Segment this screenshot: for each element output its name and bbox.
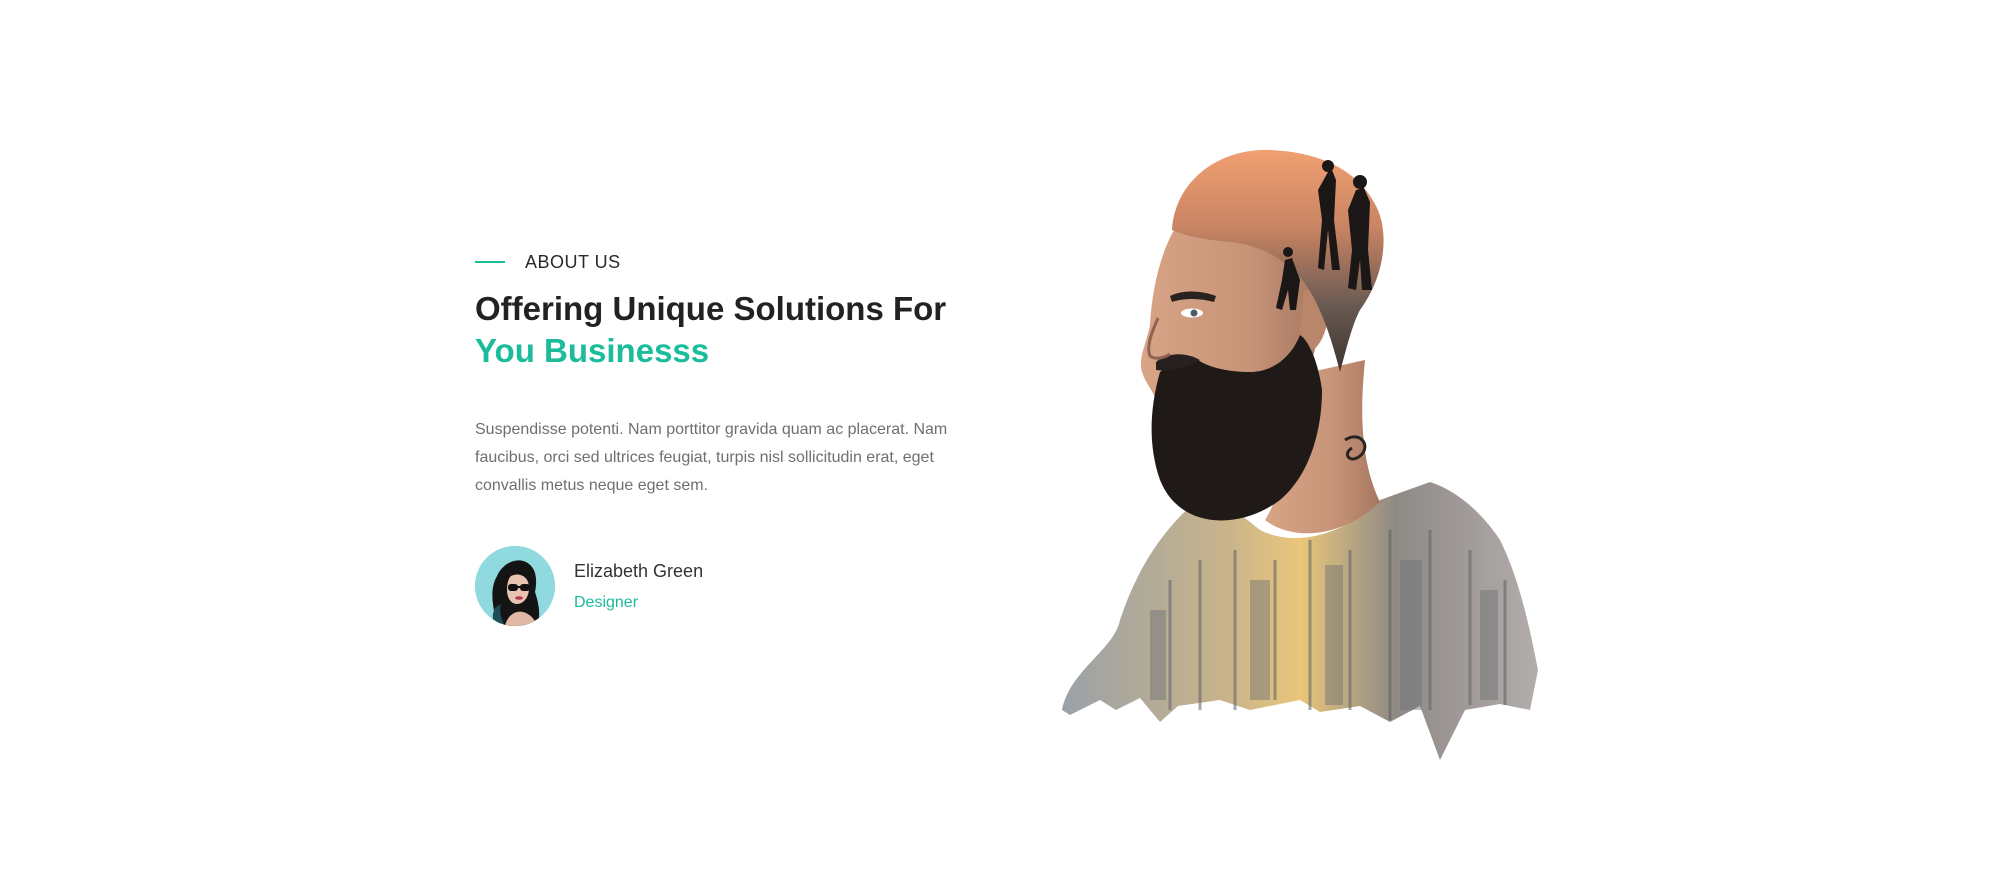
author-avatar	[475, 546, 555, 626]
woman-avatar-icon	[475, 546, 555, 626]
portrait-image	[1060, 110, 1560, 770]
section-heading: Offering Unique Solutions For You Busine…	[475, 288, 975, 372]
heading-line-1: Offering Unique Solutions For	[475, 290, 947, 327]
about-content: ABOUT US Offering Unique Solutions For Y…	[475, 250, 975, 626]
eyebrow-line	[475, 261, 505, 263]
author-card: Elizabeth Green Designer	[475, 546, 975, 626]
heading-line-2: You Businesss	[475, 332, 710, 369]
author-name: Elizabeth Green	[574, 560, 704, 581]
section-paragraph: Suspendisse potenti. Nam porttitor gravi…	[475, 421, 948, 494]
eyebrow-label: ABOUT US	[525, 251, 621, 272]
section-eyebrow: ABOUT US	[475, 250, 975, 274]
about-section: ABOUT US Offering Unique Solutions For Y…	[0, 0, 2000, 879]
author-role: Designer	[574, 593, 639, 611]
bearded-man-city-double-exposure-image	[1062, 149, 1538, 760]
author-meta: Elizabeth Green Designer	[574, 561, 703, 612]
